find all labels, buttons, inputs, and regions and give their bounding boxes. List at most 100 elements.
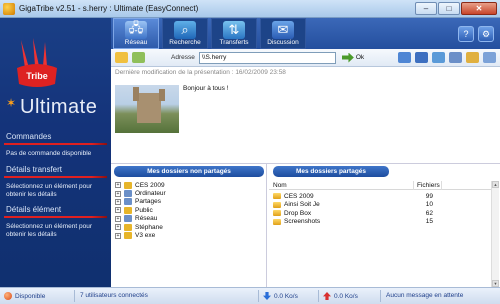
status-separator <box>74 290 75 302</box>
connected-users: 7 utilisateurs connectés <box>80 292 148 299</box>
folder-icon <box>124 223 132 231</box>
tab-reseau[interactable]: 🖧 Réseau <box>113 18 159 49</box>
expand-icon[interactable]: + <box>115 198 121 205</box>
title-bar: GigaTribe v2.51 - s.herry : Ultimate (Ea… <box>0 0 500 18</box>
column-files[interactable]: Fichiers <box>417 182 440 189</box>
column-name[interactable]: Nom <box>273 182 287 189</box>
shared-folder-file-count: 10 <box>425 201 433 208</box>
transfer-details-heading: Détails transfert <box>6 165 63 174</box>
go-label: Ok <box>355 54 365 61</box>
tree-item-label: Public <box>135 206 153 214</box>
folder-icon <box>124 206 132 214</box>
messages-text: Aucun message en attente <box>386 292 464 299</box>
tab-recherche[interactable]: ⌕ Recherche <box>162 18 208 49</box>
shared-folder-row[interactable]: Screenshots 15 <box>273 218 433 226</box>
back-icon[interactable] <box>132 52 145 63</box>
tree-item[interactable]: + Partages <box>115 198 166 206</box>
window-controls: – □ ✕ <box>415 2 497 15</box>
refresh-icon[interactable] <box>432 52 445 63</box>
tab-label: Discussion <box>267 39 299 46</box>
column-divider[interactable] <box>441 181 442 190</box>
status-separator <box>258 290 259 302</box>
commands-section: Commandes Pas de commande disponible <box>4 132 107 158</box>
shared-folder-row[interactable]: Ainsi Soit Je 10 <box>273 201 433 209</box>
shared-folder-name: CES 2009 <box>284 192 314 200</box>
scroll-down-icon[interactable]: ▼ <box>492 280 499 287</box>
shared-folders-heading: Mes dossiers partagés <box>273 166 389 177</box>
tree-item[interactable]: + CES 2009 <box>115 181 166 189</box>
shared-folders-panel: Mes dossiers partagés Nom Fichiers CES 2… <box>266 163 500 287</box>
network-icon: 🖧 <box>125 20 147 39</box>
view-mode-icon[interactable] <box>449 52 462 63</box>
folder-icon[interactable] <box>466 52 479 63</box>
close-button[interactable]: ✕ <box>461 2 497 15</box>
transfer-details-section: Détails transfert Sélectionnez un élémen… <box>4 165 107 199</box>
status-separator <box>318 290 319 302</box>
status-bar: Disponible 7 utilisateurs connectés 0.0 … <box>0 287 500 304</box>
grid-view-icon[interactable] <box>483 52 496 63</box>
folder-icon <box>124 190 132 198</box>
commands-heading: Commandes <box>6 132 52 141</box>
expand-icon[interactable]: + <box>115 232 121 239</box>
expand-icon[interactable]: + <box>115 224 121 231</box>
column-divider[interactable] <box>413 181 414 190</box>
minimize-button[interactable]: – <box>415 2 437 15</box>
unshared-folders-heading: Mes dossiers non partagés <box>114 166 264 177</box>
presentation-area: Dernière modification de la présentation… <box>111 67 500 163</box>
maximize-button[interactable]: □ <box>438 2 460 15</box>
go-button[interactable]: Ok <box>341 52 365 63</box>
presentation-greeting: Bonjour à tous ! <box>183 85 229 92</box>
tree-item-label: Ordinateur <box>135 190 166 198</box>
star-icon: ✶ <box>6 96 17 110</box>
folder-icon <box>273 218 281 225</box>
search-icon: ⌕ <box>174 21 196 39</box>
folder-icon <box>124 181 132 189</box>
upload-speed-text: 0.0 Ko/s <box>334 292 358 300</box>
address-bar: Adresse \\S.herry Ok <box>111 49 500 67</box>
item-details-section: Détails élément Sélectionnez un élément … <box>4 205 107 239</box>
expand-icon[interactable]: + <box>115 182 121 189</box>
tree-item-label: Réseau <box>135 215 158 223</box>
tab-discussion[interactable]: ✉ Discussion <box>260 18 306 49</box>
tab-label: Transferts <box>219 39 249 46</box>
shared-folder-row[interactable]: CES 2009 99 <box>273 192 433 200</box>
app-icon <box>3 2 15 15</box>
expand-icon[interactable]: + <box>115 207 121 214</box>
item-details-body: Sélectionnez un élément pour obtenir les… <box>6 223 93 238</box>
expand-icon[interactable]: + <box>115 190 121 197</box>
tree-item[interactable]: + V3 exe <box>115 231 166 240</box>
gigatribe-logo: Tribe ✶ Ultimate <box>0 18 111 128</box>
tree-item[interactable]: + Réseau <box>115 215 166 223</box>
properties-icon[interactable] <box>415 52 428 63</box>
messages-status: Aucun message en attente <box>386 292 463 299</box>
main-tab-bar: 🖧 Réseau ⌕ Recherche ⇅ Transferts ✉ Disc… <box>111 18 500 49</box>
section-divider <box>4 216 107 218</box>
tab-label: Recherche <box>169 39 201 46</box>
toolbar-right-icons: ? ⚙ <box>458 26 494 42</box>
share-icon[interactable] <box>398 52 411 63</box>
folder-open-icon[interactable] <box>115 52 128 63</box>
tree-item-label: Stéphane <box>135 223 163 231</box>
scroll-up-icon[interactable]: ▲ <box>492 181 499 188</box>
vertical-scrollbar[interactable]: ▲ ▼ <box>491 181 499 287</box>
folder-icon <box>124 198 132 206</box>
help-icon[interactable]: ? <box>458 26 474 42</box>
settings-icon[interactable]: ⚙ <box>478 26 494 42</box>
transfer-details-body: Sélectionnez un élément pour obtenir les… <box>6 183 93 198</box>
tree-item[interactable]: + Stéphane <box>115 223 166 231</box>
shared-folder-name: Drop Box <box>284 209 312 217</box>
status-separator <box>380 290 381 302</box>
folder-icon <box>273 210 281 216</box>
presentation-modified: Dernière modification de la présentation… <box>115 69 286 76</box>
expand-icon[interactable]: + <box>115 215 121 222</box>
section-divider <box>4 176 107 178</box>
availability-status[interactable]: Disponible <box>4 292 45 300</box>
folder-icon <box>124 215 132 223</box>
shared-folder-name: Screenshots <box>284 218 321 225</box>
tree-item[interactable]: + Ordinateur <box>115 189 166 198</box>
address-input[interactable]: \\S.herry <box>198 51 336 64</box>
shared-folder-row[interactable]: Drop Box 62 <box>273 209 433 217</box>
tab-transferts[interactable]: ⇅ Transferts <box>211 18 257 49</box>
shared-folder-file-count: 99 <box>425 192 433 200</box>
tree-item[interactable]: + Public <box>115 206 166 214</box>
